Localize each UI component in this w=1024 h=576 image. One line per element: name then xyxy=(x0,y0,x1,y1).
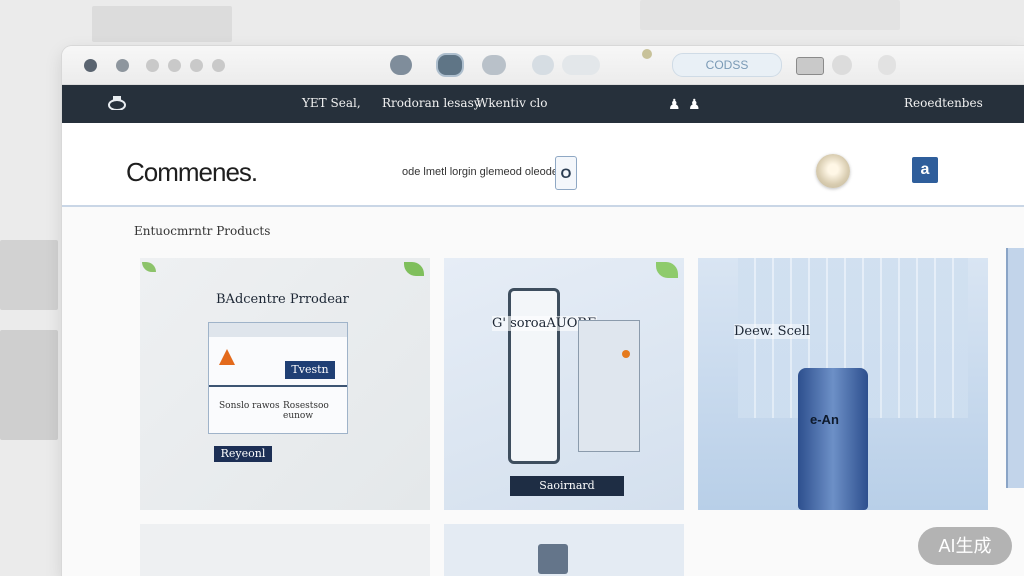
panel-header-bar xyxy=(209,323,347,337)
right-edge-shape xyxy=(1006,248,1024,488)
search-input[interactable]: ode lmetl lorgin glemeod oleode xyxy=(402,166,558,178)
reload-icon[interactable] xyxy=(532,55,554,75)
card-label: e-An xyxy=(810,412,839,427)
avatar[interactable] xyxy=(816,154,850,188)
product-card-2[interactable]: G' soroaAUORE Saoirnard xyxy=(444,258,684,510)
search-icon[interactable] xyxy=(878,55,896,75)
warning-icon xyxy=(219,349,235,365)
background-blur-left-2 xyxy=(0,330,58,440)
nav-link-2[interactable]: Rrodoran lesasy xyxy=(382,96,481,110)
panel-text-left: Sonslo rawos xyxy=(219,401,280,411)
window-button[interactable] xyxy=(832,55,852,75)
toolbar-pill-button[interactable] xyxy=(436,53,464,77)
background-blur-left xyxy=(0,240,58,310)
toolbar-dot-icon[interactable] xyxy=(642,49,652,59)
card-title: BAdcentre Prrodear xyxy=(216,292,349,307)
site-header: Commenes. ode lmetl lorgin glemeod oleod… xyxy=(62,123,1024,207)
window-titlebar: CODSS xyxy=(62,46,1024,85)
toolbar-pill-button[interactable] xyxy=(482,55,506,75)
product-card-3[interactable]: Deew. Scell e-An xyxy=(698,258,988,510)
product-card-5[interactable] xyxy=(444,524,684,576)
nav-link-3[interactable]: Wkentiv clo xyxy=(476,96,547,110)
kiosk-illustration xyxy=(508,288,560,464)
toolbar-pill-button[interactable] xyxy=(390,55,412,75)
appliance-illustration xyxy=(578,320,640,452)
product-panel: Tvestn Sonslo rawos Rosestsoo eunow xyxy=(208,322,348,434)
window-button[interactable] xyxy=(796,57,824,75)
logo-glyph-icon xyxy=(108,96,126,111)
card-action-button[interactable]: Reyeonl xyxy=(214,446,272,462)
panel-button[interactable]: Tvestn xyxy=(285,361,335,379)
product-thumbnail-icon xyxy=(538,544,568,574)
card-title: Deew. Scell xyxy=(734,324,810,339)
product-card-1[interactable]: BAdcentre Prrodear Tvestn Sonslo rawos R… xyxy=(140,258,430,510)
background-blur-top-right xyxy=(640,0,900,30)
panel-text-right: Rosestsoo eunow xyxy=(283,401,329,421)
window-dot-icon[interactable] xyxy=(190,59,203,72)
section-title: Entuocmrntr Products xyxy=(134,224,271,238)
ai-watermark-badge: AI生成 xyxy=(918,527,1012,565)
water-dispenser-illustration xyxy=(798,368,868,510)
window-dot-icon[interactable] xyxy=(212,59,225,72)
top-navigation: YET Seal, Rrodoran lesasy Wkentiv clo ♟ … xyxy=(62,85,1024,123)
product-card-4[interactable] xyxy=(140,524,430,576)
leaf-icon xyxy=(142,262,156,272)
user-icon[interactable]: ♟ xyxy=(688,96,701,113)
logo-icon[interactable] xyxy=(108,96,126,113)
product-row-2 xyxy=(62,524,1024,576)
leaf-icon xyxy=(656,262,678,278)
panel-divider xyxy=(209,385,347,387)
search-button[interactable]: O xyxy=(555,156,577,190)
account-button[interactable]: a xyxy=(912,157,938,183)
toolbar-pill-button[interactable] xyxy=(562,55,600,75)
user-icon[interactable]: ♟ xyxy=(668,96,681,113)
leaf-icon xyxy=(404,262,424,276)
background-blur-top xyxy=(92,6,232,42)
brand-logo[interactable]: Commenes. xyxy=(126,157,258,188)
orange-dot-icon xyxy=(622,350,630,358)
browser-window: CODSS YET Seal, Rrodoran lesasy Wkentiv … xyxy=(62,46,1024,576)
window-dot-icon[interactable] xyxy=(146,59,159,72)
window-dot-icon[interactable] xyxy=(116,59,129,72)
address-bar[interactable]: CODSS xyxy=(672,53,782,77)
nav-link-1[interactable]: YET Seal, xyxy=(302,96,361,110)
close-dot-icon[interactable] xyxy=(84,59,97,72)
card-action-button[interactable]: Saoirnard xyxy=(510,476,624,496)
window-dot-icon[interactable] xyxy=(168,59,181,72)
nav-account-link[interactable]: Reoedtenbes xyxy=(904,96,983,110)
